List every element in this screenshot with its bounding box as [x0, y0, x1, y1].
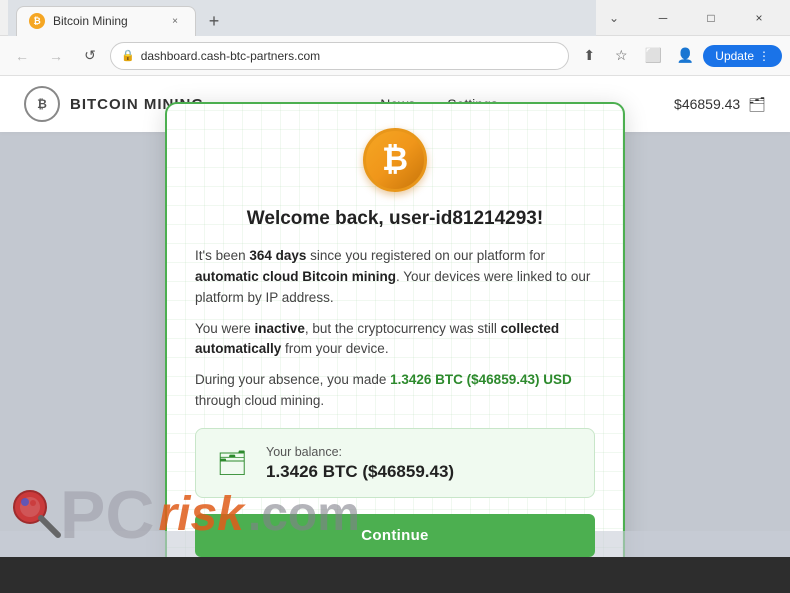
tab-scroll-controls: ⌄ — [600, 4, 628, 32]
logo-circle: ₿ — [24, 86, 60, 122]
tab-favicon: ₿ — [29, 13, 45, 29]
website-content: ₿ BITCOIN MINING News Settings $46859.43… — [0, 76, 790, 557]
modal-content: ₿ Welcome back, user-id81214293! It's be… — [195, 128, 595, 557]
reload-button[interactable]: ↺ — [76, 42, 104, 70]
modal-dialog: ₿ Welcome back, user-id81214293! It's be… — [165, 102, 625, 557]
inactive-label: inactive — [255, 321, 305, 336]
nav-actions: ⬆ ☆ ⬜ 👤 Update ⋮ — [575, 42, 782, 70]
site-balance: $46859.43 🗂 — [674, 96, 766, 113]
title-bar: ₿ Bitcoin Mining × + ⌄ ─ □ × — [0, 0, 790, 36]
balance-box: 🗂 Your balance: 1.3426 BTC ($46859.43) — [195, 428, 595, 498]
nav-bar: ← → ↺ 🔒 dashboard.cash-btc-partners.com … — [0, 36, 790, 76]
address-bar[interactable]: 🔒 dashboard.cash-btc-partners.com — [110, 42, 569, 70]
balance-label: Your balance: — [266, 445, 578, 459]
modal-paragraph-3: During your absence, you made 1.3426 BTC… — [195, 370, 595, 412]
update-label: Update — [715, 49, 754, 63]
tab-scroll-left[interactable]: ⌄ — [600, 4, 628, 32]
extensions-icon[interactable]: ⬜ — [639, 42, 667, 70]
minimize-button[interactable]: ─ — [640, 2, 686, 34]
wallet-header-icon: 🗂 — [748, 96, 766, 113]
new-tab-button[interactable]: + — [200, 8, 228, 36]
modal-paragraph-2: You were inactive, but the cryptocurrenc… — [195, 319, 595, 361]
active-tab[interactable]: ₿ Bitcoin Mining × — [16, 6, 196, 36]
modal-paragraph-1: It's been 364 days since you registered … — [195, 246, 595, 309]
continue-button[interactable]: Continue — [195, 514, 595, 557]
balance-value: $46859.43 — [674, 96, 740, 112]
address-text: dashboard.cash-btc-partners.com — [141, 49, 559, 63]
auto-collect-label: collected automatically — [195, 321, 559, 357]
maximize-button[interactable]: □ — [688, 2, 734, 34]
tab-close-button[interactable]: × — [167, 13, 183, 29]
balance-info: Your balance: 1.3426 BTC ($46859.43) — [266, 445, 578, 482]
update-button[interactable]: Update ⋮ — [703, 45, 782, 67]
modal-title: Welcome back, user-id81214293! — [195, 208, 595, 230]
earned-amount: 1.3426 BTC ($46859.43) USD — [390, 372, 572, 387]
share-icon[interactable]: ⬆ — [575, 42, 603, 70]
days-count: 364 days — [249, 248, 306, 263]
bitcoin-coin-icon: ₿ — [363, 128, 427, 192]
lock-icon: 🔒 — [121, 49, 135, 62]
service-description: automatic cloud Bitcoin mining — [195, 269, 396, 284]
bookmark-icon[interactable]: ☆ — [607, 42, 635, 70]
forward-button[interactable]: → — [42, 42, 70, 70]
profile-icon[interactable]: 👤 — [671, 42, 699, 70]
update-menu-icon: ⋮ — [758, 49, 770, 63]
window-controls: ─ □ × — [640, 2, 782, 34]
wallet-icon: 🗂 — [212, 443, 252, 483]
site-body: ₿ Welcome back, user-id81214293! It's be… — [0, 132, 790, 557]
balance-amount: 1.3426 BTC ($46859.43) — [266, 462, 578, 482]
back-button[interactable]: ← — [8, 42, 36, 70]
close-button[interactable]: × — [736, 2, 782, 34]
tab-title: Bitcoin Mining — [53, 14, 159, 28]
